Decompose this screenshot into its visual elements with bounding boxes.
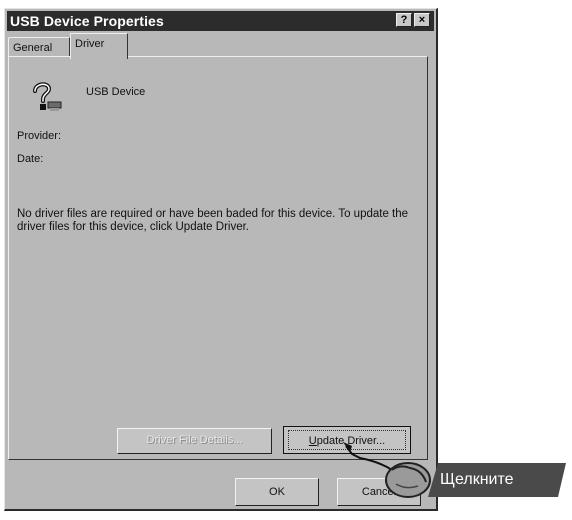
ok-button[interactable]: OK <box>235 478 319 506</box>
click-callout: Щелкните <box>428 463 566 497</box>
driver-info-text: No driver files are required or have bee… <box>17 208 409 233</box>
help-button[interactable]: ? <box>396 13 412 27</box>
unknown-device-question-icon <box>33 82 62 111</box>
mnemonic-u: U <box>308 435 317 447</box>
pointing-hand-icon <box>343 442 431 498</box>
close-button[interactable]: × <box>414 13 430 27</box>
title-bar[interactable]: USB Device Properties ? × <box>7 11 434 31</box>
window-title: USB Device Properties <box>10 13 164 29</box>
provider-label: Provider: <box>17 130 62 142</box>
tab-driver[interactable]: Driver <box>70 33 128 59</box>
driver-file-details-button[interactable]: Driver File Details... <box>117 428 272 454</box>
tab-general[interactable]: General <box>8 37 70 57</box>
date-label: Date: <box>17 153 44 165</box>
device-name: USB Device <box>86 86 146 98</box>
driver-tab-panel <box>8 56 428 460</box>
